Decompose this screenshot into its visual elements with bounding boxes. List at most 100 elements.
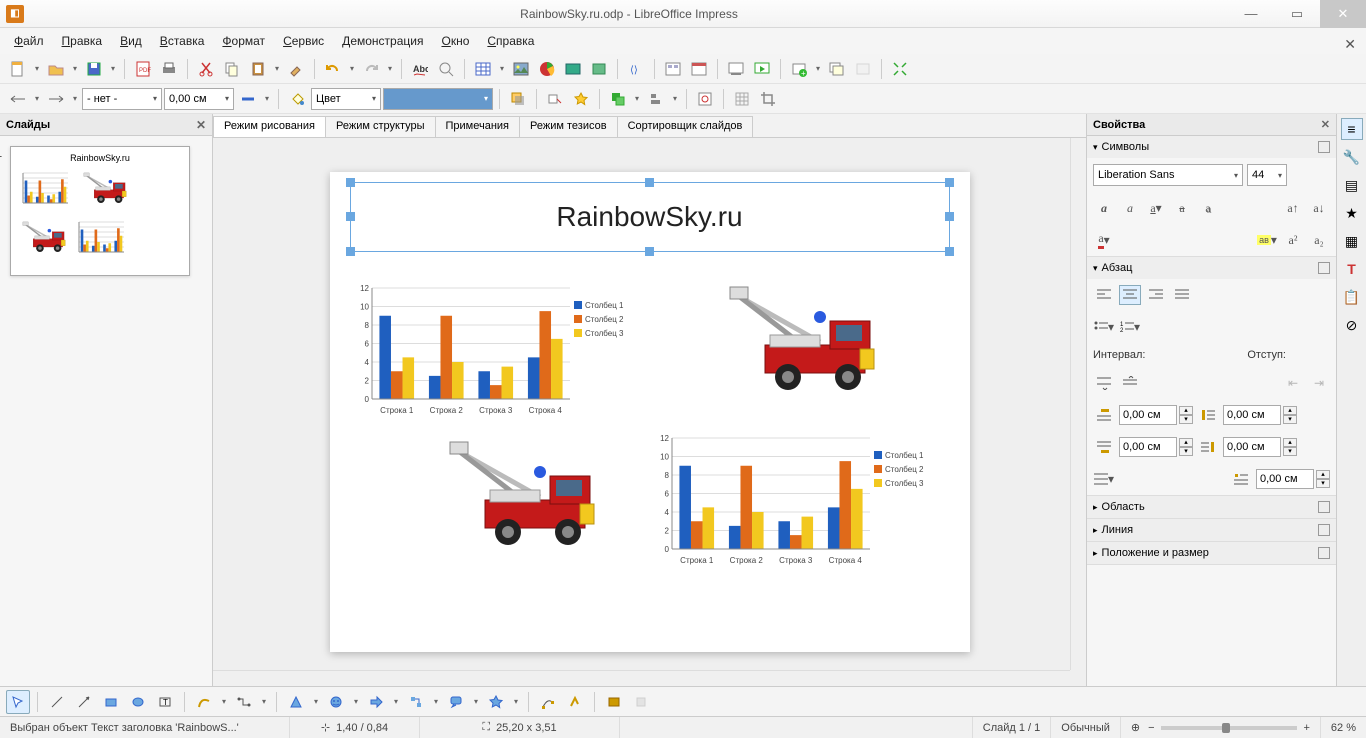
export-pdf-icon[interactable]: PDF: [131, 57, 155, 81]
nosymbol-tab-icon[interactable]: ⊘: [1341, 314, 1363, 336]
after-text-spinner[interactable]: ▴▾: [1223, 437, 1297, 457]
superscript-icon[interactable]: a²: [1282, 230, 1304, 250]
menu-tools[interactable]: Сервис: [275, 31, 332, 51]
image-icon[interactable]: [509, 57, 533, 81]
resize-handle[interactable]: [346, 247, 355, 256]
align-right-icon[interactable]: [1145, 285, 1167, 305]
shadow-icon[interactable]: [506, 87, 530, 111]
duplicate-slide-icon[interactable]: [825, 57, 849, 81]
section-position-header[interactable]: ▸Положение и размер: [1087, 542, 1336, 564]
table-icon[interactable]: [471, 57, 495, 81]
print-icon[interactable]: [157, 57, 181, 81]
slide-design-icon[interactable]: [687, 57, 711, 81]
slide-panel-close-icon[interactable]: ✕: [196, 118, 206, 132]
first-line-icon[interactable]: [1230, 469, 1252, 489]
font-size-combo[interactable]: 44▾: [1247, 164, 1287, 186]
line-spacing-icon[interactable]: ▾: [1093, 469, 1115, 489]
cut-icon[interactable]: [194, 57, 218, 81]
section-options-icon[interactable]: [1318, 501, 1330, 513]
basic-shapes-icon[interactable]: [284, 690, 308, 714]
section-line-header[interactable]: ▸Линия: [1087, 519, 1336, 541]
italic-icon[interactable]: a: [1119, 198, 1141, 218]
spin-up-icon[interactable]: ▴: [1283, 406, 1297, 415]
numbering-icon[interactable]: 12▾: [1119, 317, 1141, 337]
menu-edit[interactable]: Правка: [54, 31, 111, 51]
arrow-end-dropdown[interactable]: ▾: [70, 94, 80, 103]
callout-icon[interactable]: [444, 690, 468, 714]
below-para-spinner[interactable]: ▴▾: [1119, 437, 1193, 457]
extrusion-icon[interactable]: [629, 690, 653, 714]
tab-notes[interactable]: Примечания: [435, 116, 521, 137]
save-dropdown[interactable]: ▾: [108, 64, 118, 73]
resize-handle[interactable]: [945, 247, 954, 256]
decrease-spacing-icon[interactable]: [1119, 373, 1141, 393]
chart-object-1[interactable]: 024681012Строка 1Строка 2Строка 3Строка …: [350, 282, 640, 417]
gallery-tab-icon[interactable]: ★: [1341, 202, 1363, 224]
connector-dropdown[interactable]: ▾: [259, 697, 269, 706]
expand-slide-icon[interactable]: [851, 57, 875, 81]
arrow-end-icon[interactable]: [44, 87, 68, 111]
tab-sorter[interactable]: Сортировщик слайдов: [617, 116, 754, 137]
spellcheck-icon[interactable]: Abc: [408, 57, 432, 81]
basic-shapes-dropdown[interactable]: ▾: [311, 697, 321, 706]
symbol-shapes-dropdown[interactable]: ▾: [351, 697, 361, 706]
resize-handle[interactable]: [945, 212, 954, 221]
zoom-fit-icon[interactable]: ⊕: [1131, 721, 1140, 734]
edit-points-icon[interactable]: [536, 690, 560, 714]
bullets-icon[interactable]: ▾: [1093, 317, 1115, 337]
zoom-slider[interactable]: [1161, 726, 1298, 730]
spin-up-icon[interactable]: ▴: [1316, 470, 1330, 479]
line-color-icon[interactable]: [236, 87, 260, 111]
line-color-dropdown[interactable]: ▾: [262, 94, 272, 103]
increase-font-icon[interactable]: a↑: [1282, 198, 1304, 218]
new-icon[interactable]: [6, 57, 30, 81]
redo-dropdown[interactable]: ▾: [385, 64, 395, 73]
crop-icon[interactable]: [756, 87, 780, 111]
stars-icon[interactable]: [484, 690, 508, 714]
below-para-icon[interactable]: [1093, 437, 1115, 457]
copy-icon[interactable]: [220, 57, 244, 81]
spin-up-icon[interactable]: ▴: [1179, 438, 1193, 447]
menu-view[interactable]: Вид: [112, 31, 150, 51]
textbox-tool-icon[interactable]: T: [153, 690, 177, 714]
first-line-spinner[interactable]: ▴▾: [1256, 469, 1330, 489]
font-name-combo[interactable]: Liberation Sans▾: [1093, 164, 1243, 186]
symbol-shapes-icon[interactable]: [324, 690, 348, 714]
status-zoom[interactable]: 62 %: [1321, 717, 1366, 738]
strikethrough-icon[interactable]: a: [1171, 198, 1193, 218]
decrease-font-icon[interactable]: a↓: [1308, 198, 1330, 218]
rectangle-tool-icon[interactable]: [99, 690, 123, 714]
before-text-icon[interactable]: [1197, 405, 1219, 425]
subscript-icon[interactable]: a₂: [1308, 230, 1330, 250]
fill-color-combo[interactable]: ▾: [383, 88, 493, 110]
resize-handle[interactable]: [945, 178, 954, 187]
tab-handout[interactable]: Режим тезисов: [519, 116, 618, 137]
align-icon[interactable]: [644, 87, 668, 111]
flowchart-icon[interactable]: [404, 690, 428, 714]
horizontal-scrollbar[interactable]: [213, 670, 1070, 686]
line-style-combo[interactable]: - нет -▾: [82, 88, 162, 110]
open-icon[interactable]: [44, 57, 68, 81]
flowchart-dropdown[interactable]: ▾: [431, 697, 441, 706]
above-para-spinner[interactable]: ▴▾: [1119, 405, 1193, 425]
interactions-icon[interactable]: [543, 87, 567, 111]
zoom-in-icon[interactable]: +: [1303, 722, 1309, 734]
block-arrows-icon[interactable]: [364, 690, 388, 714]
arrow-start-dropdown[interactable]: ▾: [32, 94, 42, 103]
hyperlink-icon[interactable]: ⟨⟩: [624, 57, 648, 81]
curve-dropdown[interactable]: ▾: [219, 697, 229, 706]
section-options-icon[interactable]: [1318, 262, 1330, 274]
spin-up-icon[interactable]: ▴: [1283, 438, 1297, 447]
after-text-icon[interactable]: [1197, 437, 1219, 457]
tab-outline[interactable]: Режим структуры: [325, 116, 436, 137]
menu-file[interactable]: Файл: [6, 31, 52, 51]
chart-icon[interactable]: [535, 57, 559, 81]
document-close-icon[interactable]: ✕: [1344, 36, 1356, 53]
menu-insert[interactable]: Вставка: [152, 31, 213, 51]
save-icon[interactable]: [82, 57, 106, 81]
sidebar-close-icon[interactable]: ✕: [1321, 118, 1330, 131]
spin-down-icon[interactable]: ▾: [1179, 415, 1193, 424]
redo-icon[interactable]: [359, 57, 383, 81]
fontwork-tool-icon[interactable]: [602, 690, 626, 714]
arrange-dropdown[interactable]: ▾: [632, 94, 642, 103]
